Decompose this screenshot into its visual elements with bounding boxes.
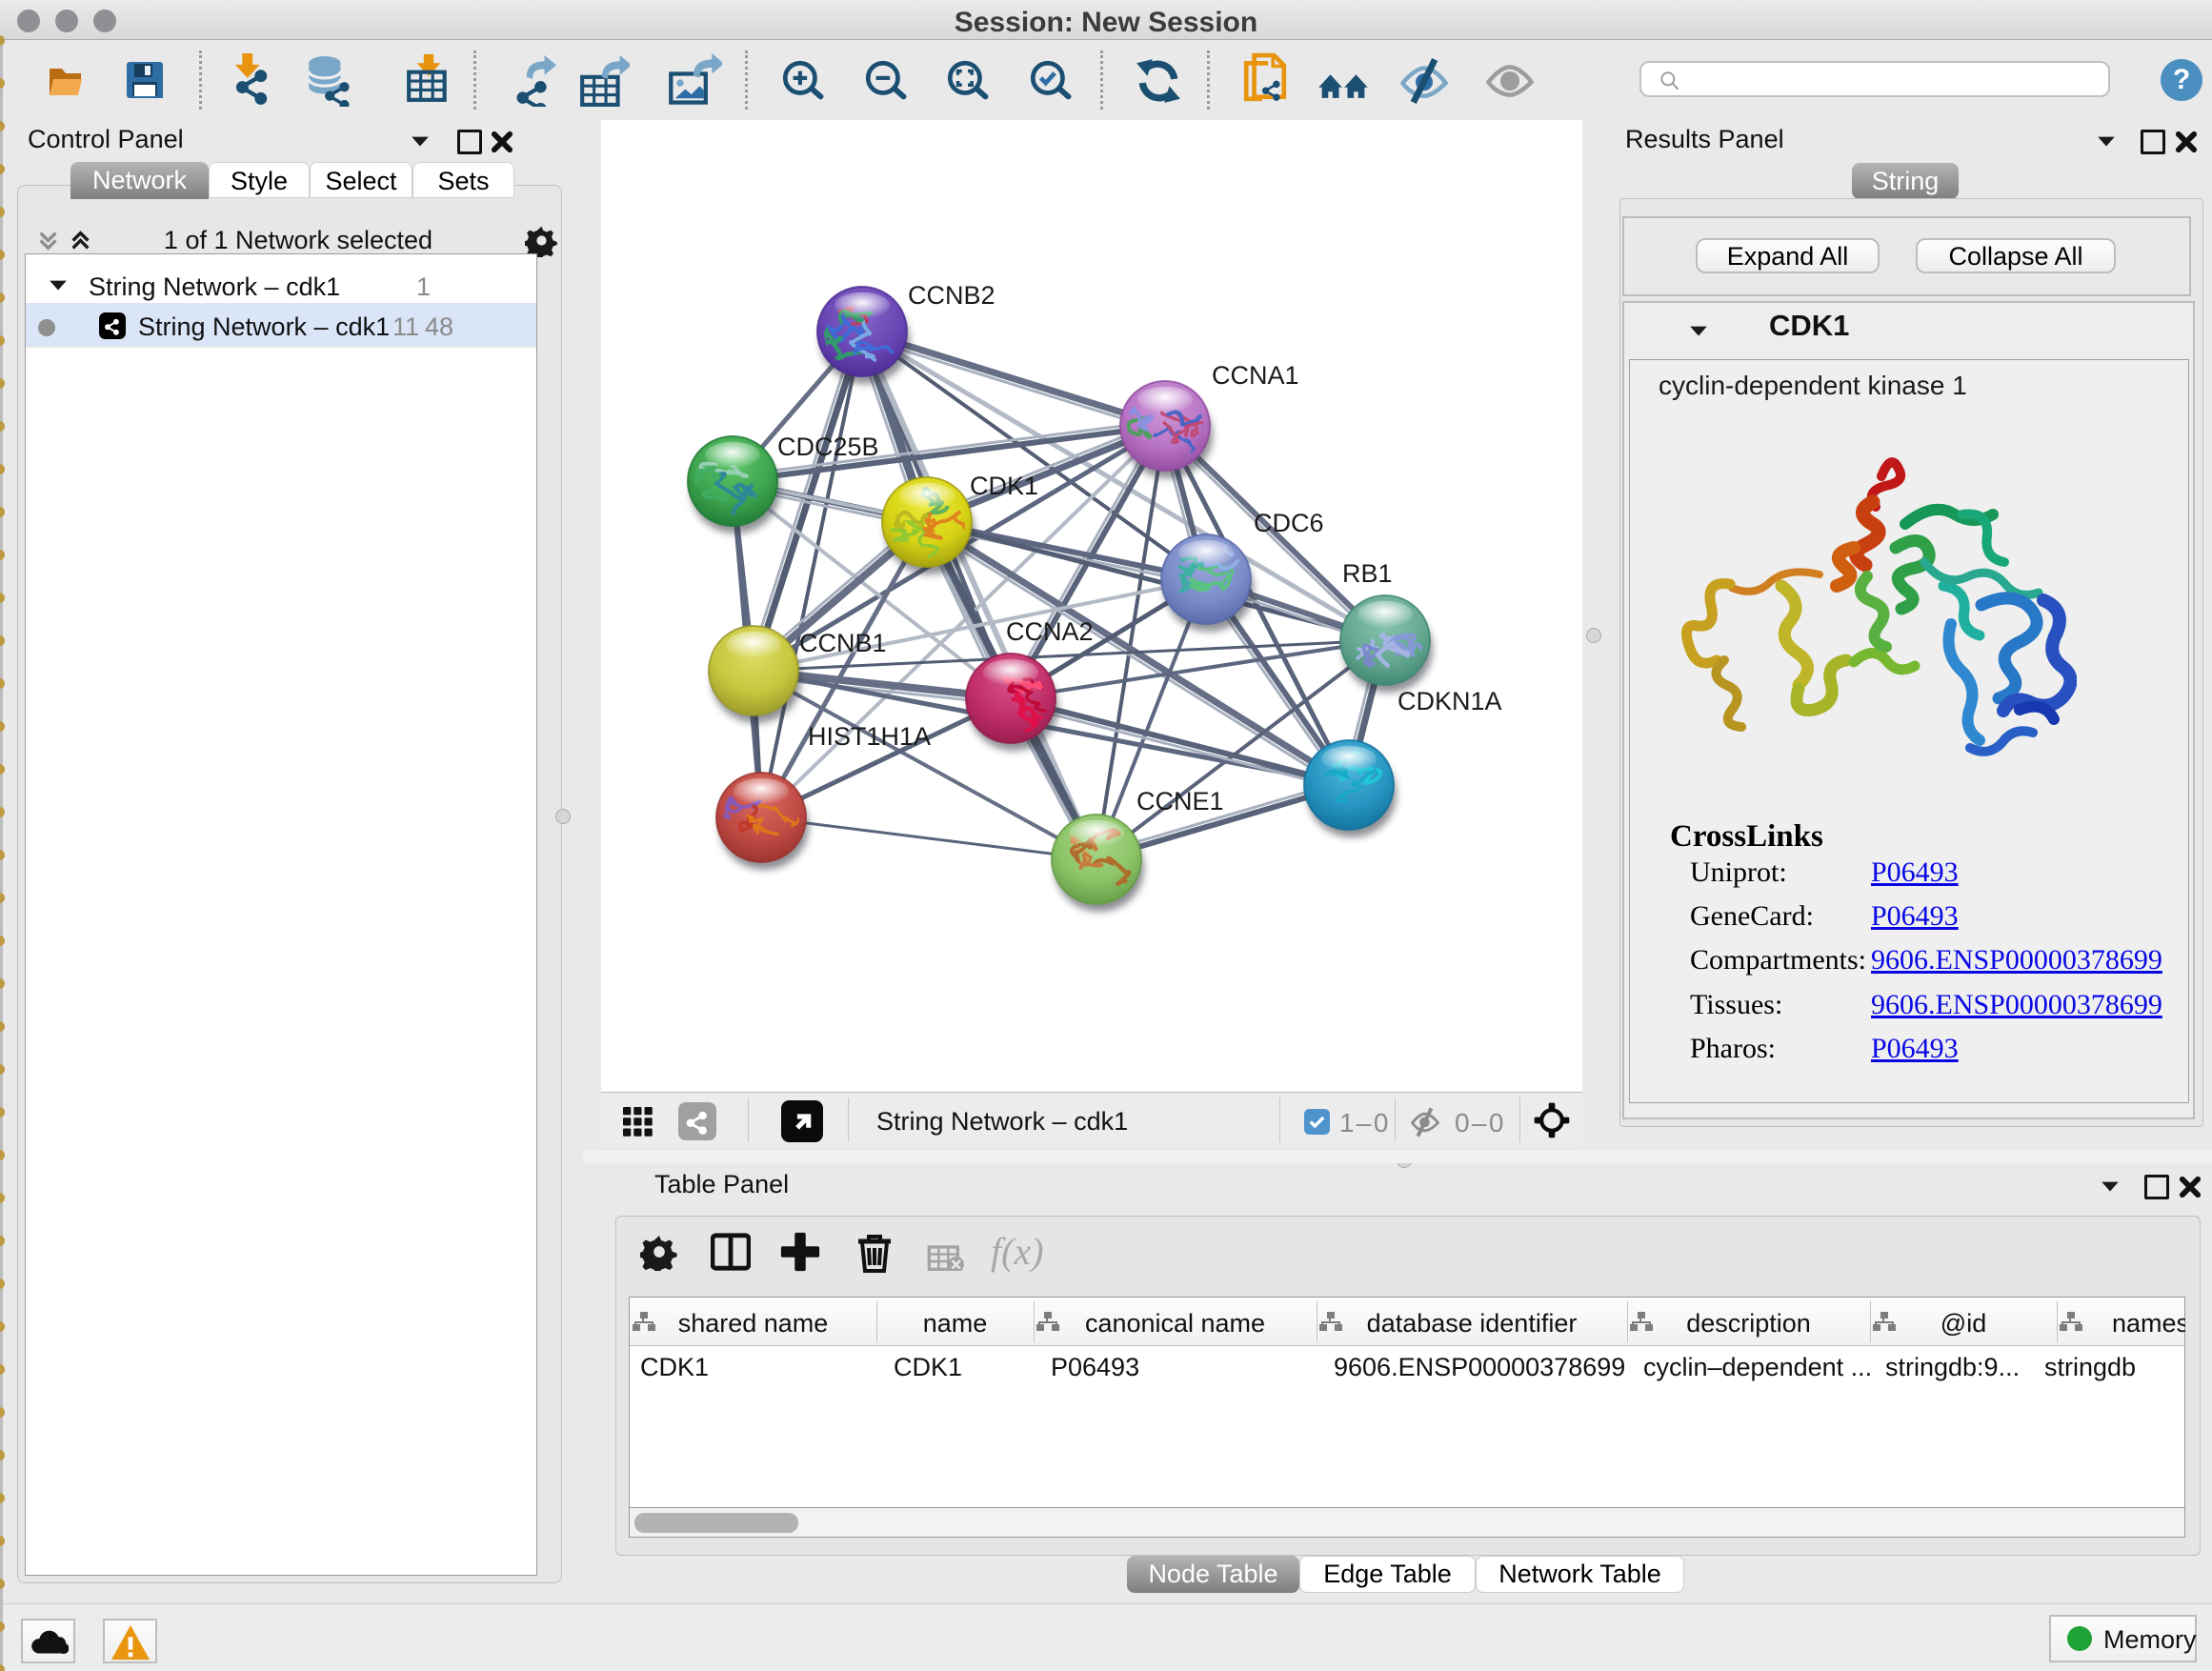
svg-text:RB1: RB1 bbox=[1342, 559, 1393, 588]
svg-text:CCNB1: CCNB1 bbox=[799, 629, 887, 657]
svg-text:CDC25B: CDC25B bbox=[777, 433, 879, 461]
svg-text:CDKN1A: CDKN1A bbox=[1398, 687, 1502, 715]
svg-text:CDK1: CDK1 bbox=[970, 472, 1038, 500]
svg-text:CCNE1: CCNE1 bbox=[1136, 787, 1224, 815]
svg-text:CDC6: CDC6 bbox=[1254, 509, 1324, 537]
svg-text:CCNA2: CCNA2 bbox=[1006, 617, 1094, 646]
svg-text:?: ? bbox=[2173, 64, 2190, 95]
svg-text:CCNB2: CCNB2 bbox=[908, 281, 995, 310]
svg-text:CCNA1: CCNA1 bbox=[1212, 361, 1299, 390]
svg-text:HIST1H1A: HIST1H1A bbox=[808, 722, 931, 751]
